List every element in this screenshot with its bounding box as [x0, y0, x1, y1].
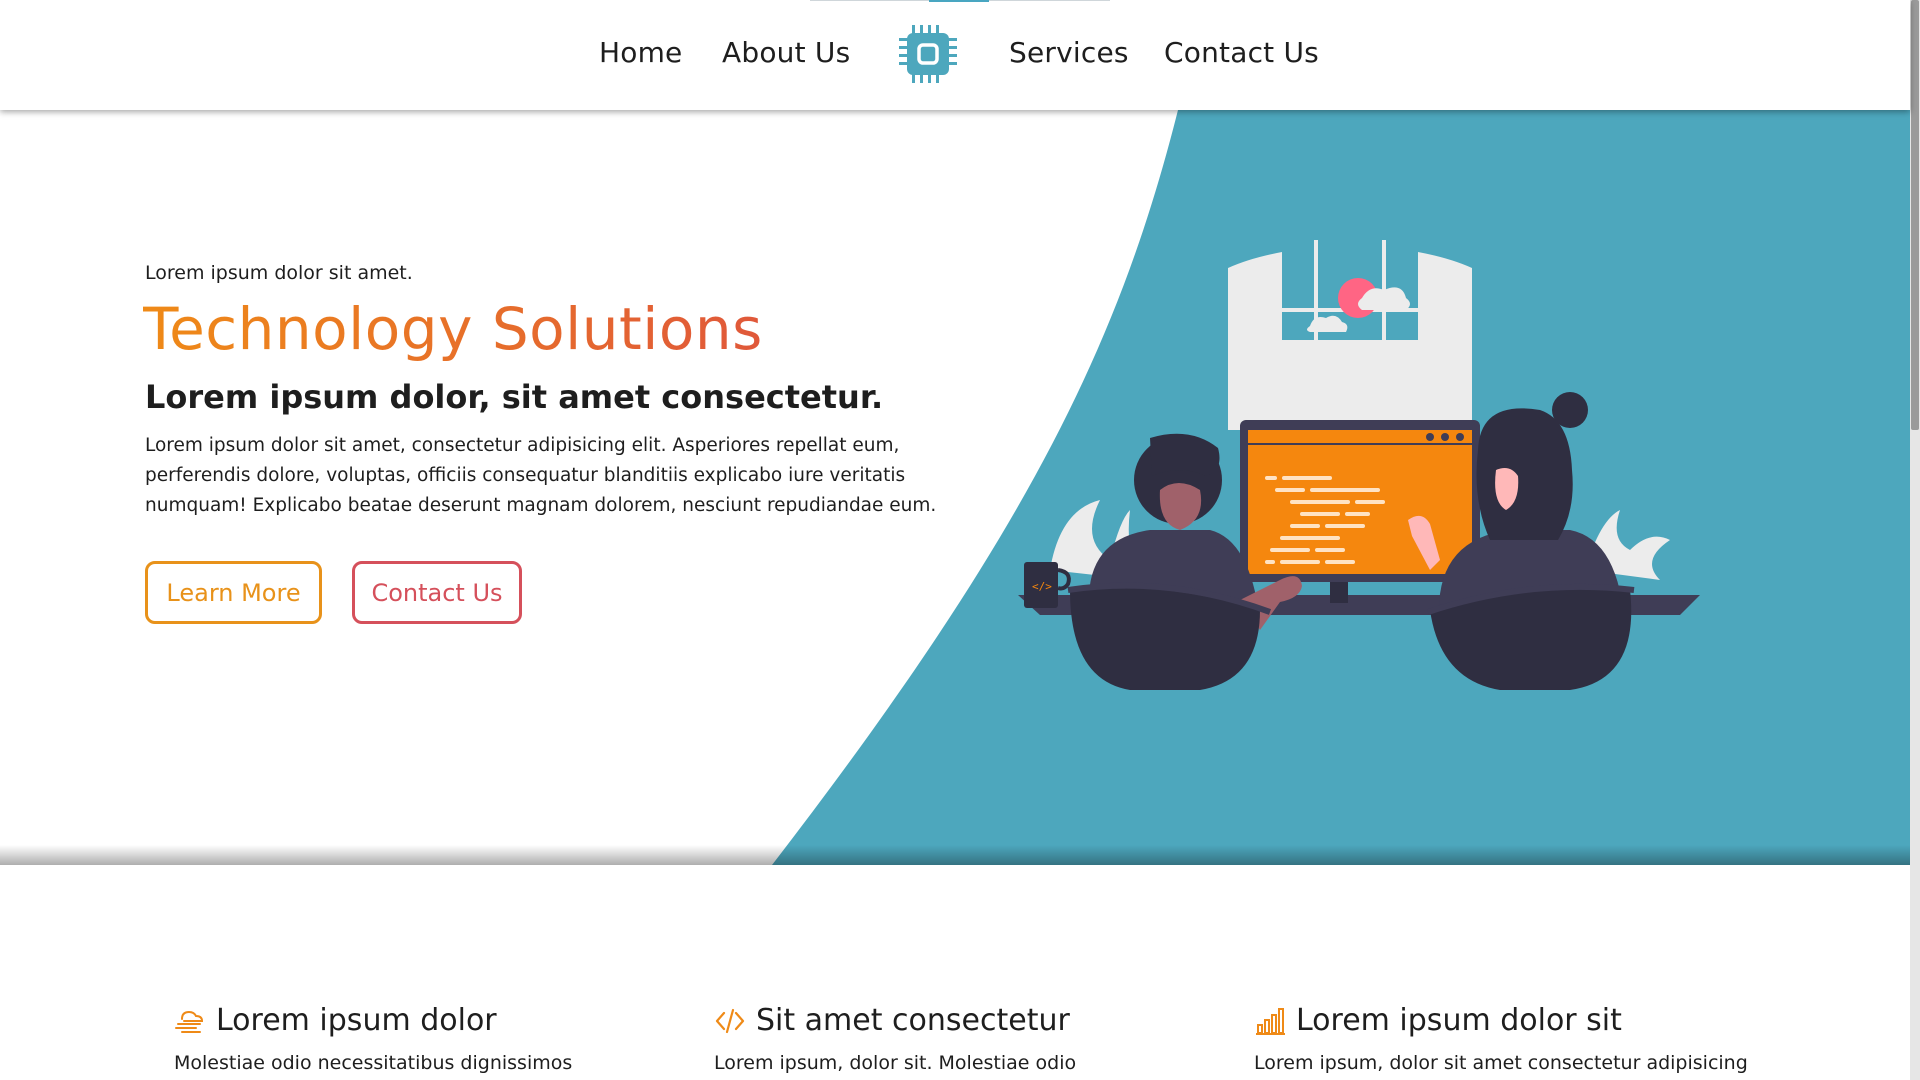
hero-title: Technology Solutions: [143, 295, 763, 363]
main-nav: Home About Us Services Contact Us: [0, 0, 1910, 110]
hero-subtitle: Lorem ipsum dolor, sit amet consectetur.: [145, 378, 884, 416]
coding-illustration: </>: [1018, 240, 1700, 690]
bar-chart-icon: [1256, 1007, 1285, 1035]
nav-services-link[interactable]: Services: [1009, 36, 1129, 69]
hero-bottom-shadow: [0, 845, 1910, 865]
nav-home-link[interactable]: Home: [599, 36, 683, 69]
feature-2-text: Lorem ipsum, dolor sit. Molestiae odio: [714, 1052, 1077, 1074]
hero-eyebrow: Lorem ipsum dolor sit amet.: [145, 262, 413, 284]
cloud-wind-icon: [175, 1010, 204, 1033]
nav-about-link[interactable]: About Us: [722, 36, 850, 69]
nav-contact-link[interactable]: Contact Us: [1164, 36, 1319, 69]
feature-2-title: Sit amet consectetur: [756, 1003, 1070, 1038]
cpu-chip-icon[interactable]: [895, 21, 961, 87]
feature-card-1: Lorem ipsum dolor Molestiae odio necessi…: [174, 1003, 572, 1074]
learn-more-button[interactable]: Learn More: [145, 561, 322, 624]
feature-3-title: Lorem ipsum dolor sit: [1296, 1003, 1622, 1038]
feature-card-3: Lorem ipsum dolor sit Lorem ipsum, dolor…: [1254, 1003, 1748, 1074]
hero-description: Lorem ipsum dolor sit amet, consectetur …: [145, 435, 937, 516]
feature-card-2: Sit amet consectetur Lorem ipsum, dolor …: [714, 1003, 1076, 1074]
scrollbar-thumb[interactable]: [1911, 0, 1919, 430]
svg-text:</>: </>: [1032, 580, 1052, 593]
feature-1-title: Lorem ipsum dolor: [216, 1003, 497, 1038]
site-header: Home About Us Services Contact Us: [0, 0, 1910, 110]
hero-section: Lorem ipsum dolor sit amet. Technology S…: [0, 110, 1910, 865]
feature-3-text: Lorem ipsum, dolor sit amet consectetur …: [1254, 1052, 1748, 1074]
page-scrollbar[interactable]: [1910, 0, 1920, 1080]
contact-us-button[interactable]: Contact Us: [352, 561, 522, 624]
code-icon: [715, 1008, 745, 1033]
feature-1-text: Molestiae odio necessitatibus dignissimo…: [174, 1052, 573, 1074]
